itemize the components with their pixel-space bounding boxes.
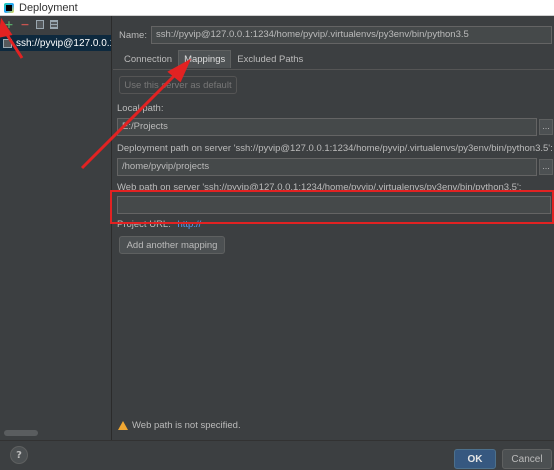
window-title: Deployment — [19, 1, 78, 14]
copy-icon[interactable] — [36, 19, 44, 29]
tab-connection[interactable]: Connection — [118, 50, 178, 68]
annotation-highlight-box — [110, 190, 554, 224]
deployment-path-label: Deployment path on server 'ssh://pyvip@1… — [117, 143, 553, 154]
pycharm-logo-icon — [4, 2, 14, 13]
help-button[interactable]: ? — [10, 446, 28, 464]
cancel-button[interactable]: Cancel — [502, 449, 552, 469]
title-bar: Deployment — [0, 0, 554, 16]
tab-excluded-paths[interactable]: Excluded Paths — [231, 50, 309, 68]
deployment-path-field[interactable]: /home/pyvip/projects — [117, 158, 537, 176]
server-list-item[interactable]: ssh://pyvip@127.0.0.1: — [0, 35, 111, 51]
warning-text: Web path is not specified. — [132, 420, 241, 431]
ok-button[interactable]: OK — [454, 449, 496, 469]
server-list-item-label: ssh://pyvip@127.0.0.1: — [16, 37, 111, 49]
server-list-panel: + − ssh://pyvip@127.0.0.1: — [0, 16, 112, 440]
local-path-field[interactable]: E:/Projects — [117, 118, 537, 136]
add-icon[interactable]: + — [4, 18, 14, 31]
horizontal-scrollbar[interactable] — [4, 430, 38, 436]
name-field[interactable]: ssh://pyvip@127.0.0.1:1234/home/pyvip/.v… — [151, 26, 552, 44]
tab-bar: Connection Mappings Excluded Paths — [118, 50, 309, 70]
set-default-icon[interactable] — [50, 19, 58, 29]
server-list-toolbar: + − — [0, 16, 111, 32]
remove-icon[interactable]: − — [20, 18, 30, 31]
use-as-default-button[interactable]: Use this server as default — [119, 76, 237, 94]
main-panel: Name: ssh://pyvip@127.0.0.1:1234/home/py… — [113, 16, 554, 440]
dialog-footer: ? OK Cancel — [0, 440, 554, 470]
warning-message: Web path is not specified. — [118, 420, 241, 431]
local-path-browse-button[interactable]: ... — [539, 119, 553, 135]
tab-mappings[interactable]: Mappings — [178, 50, 232, 68]
local-path-label: Local path: — [117, 103, 164, 114]
tab-divider — [113, 69, 554, 70]
sftp-server-icon — [3, 38, 12, 48]
warning-icon — [118, 421, 128, 430]
name-label: Name: — [119, 30, 147, 41]
deployment-path-browse-button[interactable]: ... — [539, 159, 553, 175]
add-another-mapping-button[interactable]: Add another mapping — [119, 236, 225, 254]
